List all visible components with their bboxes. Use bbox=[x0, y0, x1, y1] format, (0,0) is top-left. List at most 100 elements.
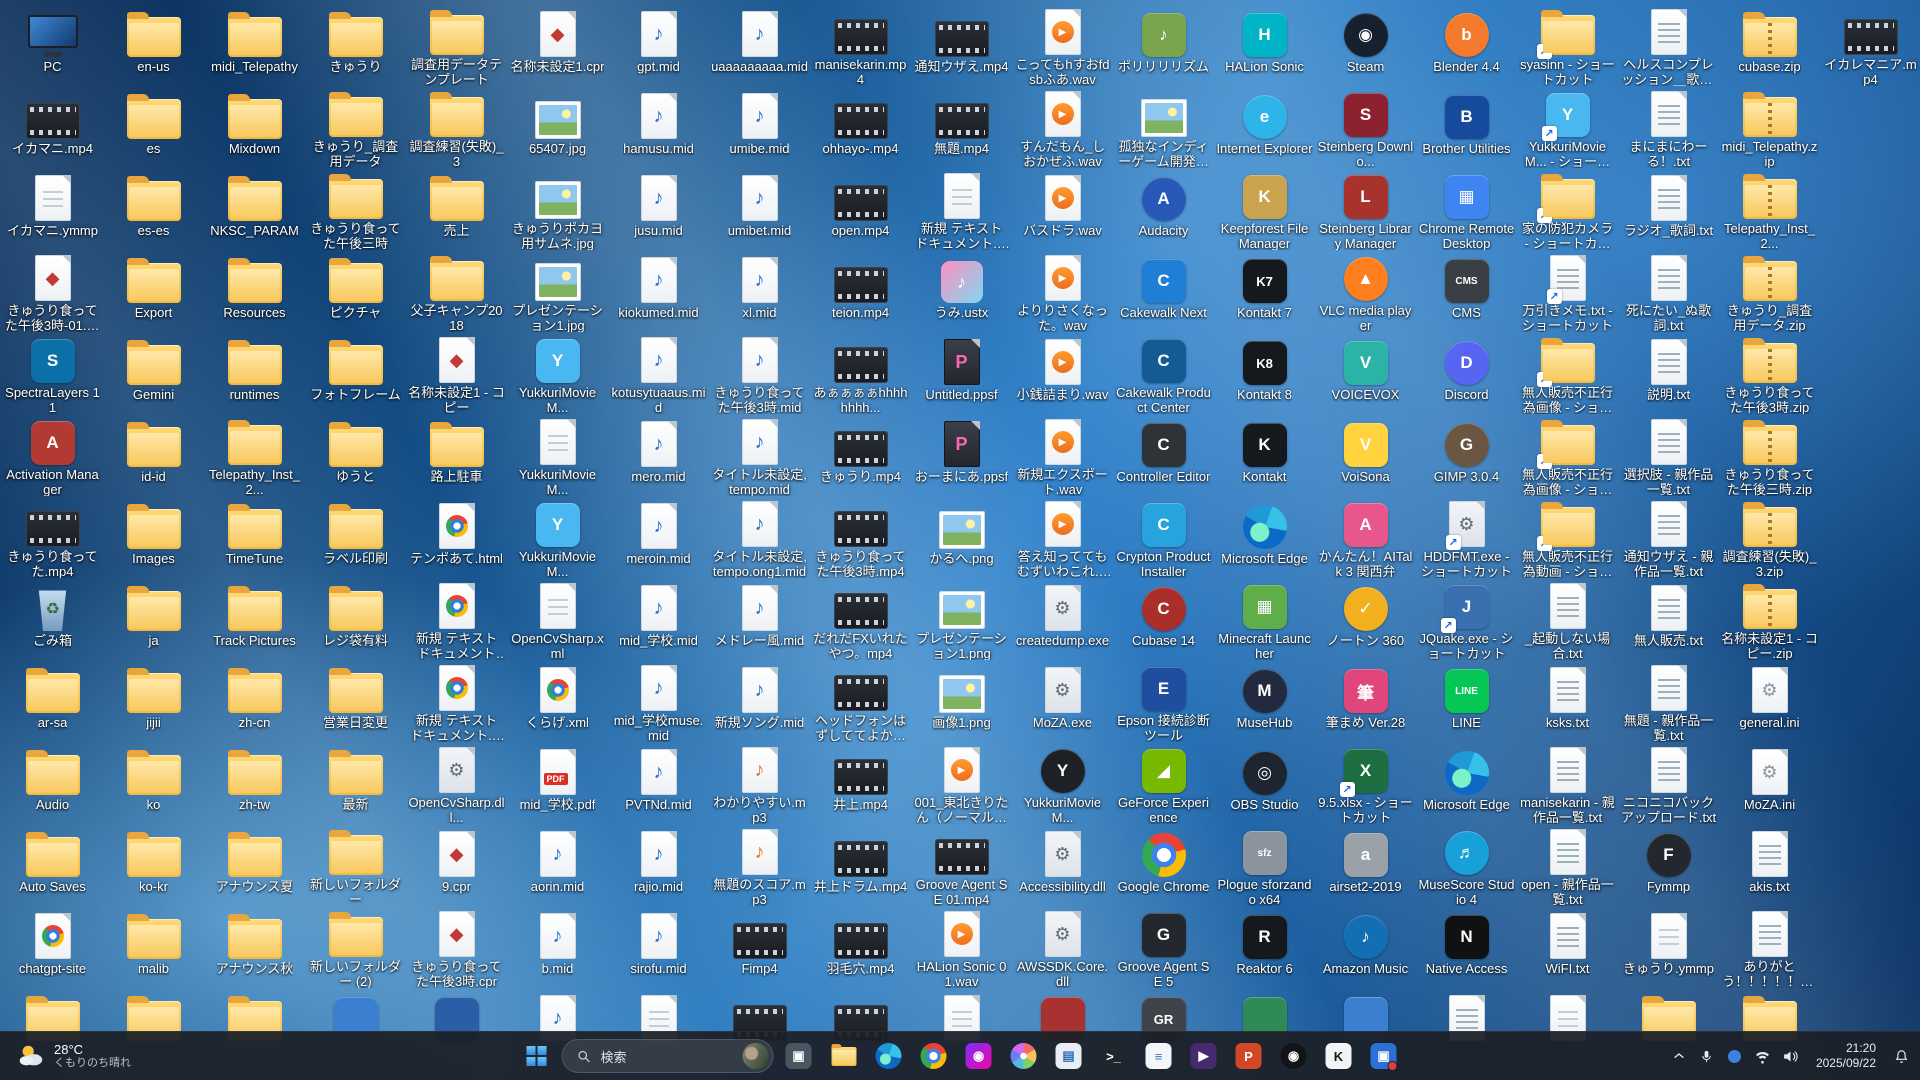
desktop-icon[interactable]: es-es bbox=[103, 168, 204, 250]
desktop-icon[interactable]: ko-kr bbox=[103, 824, 204, 906]
desktop-icon[interactable]: 001_東北きりたん（ノーマル）_今じゃ bbox=[911, 742, 1012, 824]
desktop-icon[interactable]: きゅうり.ymmp bbox=[1618, 906, 1719, 988]
desktop-icon[interactable]: umibe.mid bbox=[709, 86, 810, 168]
desktop-icon[interactable]: 答え知っててもむずいわこれ.wav bbox=[1012, 496, 1113, 578]
desktop-icon[interactable]: Microsoft Edge bbox=[1214, 496, 1315, 578]
desktop-icon[interactable]: 売上 bbox=[406, 168, 507, 250]
desktop-icon[interactable]: ▦ Chrome Remote Desktop bbox=[1416, 168, 1517, 250]
desktop-icon[interactable]: MoZA.exe bbox=[1012, 660, 1113, 742]
desktop-icon[interactable]: 選択肢 - 親作品一覧.txt bbox=[1618, 414, 1719, 496]
desktop-icon[interactable]: レジ袋有料 bbox=[305, 578, 406, 660]
desktop-icon[interactable]: ♬ MuseScore Studio 4 bbox=[1416, 824, 1517, 906]
desktop-icon[interactable]: アナウンス秋 bbox=[204, 906, 305, 988]
desktop-icon[interactable]: ↗無人販売不正行為動画 - ショートカット bbox=[1517, 496, 1618, 578]
desktop-icon[interactable]: ohhayo-.mp4 bbox=[810, 86, 911, 168]
desktop-icon[interactable]: ↗無人販売不正行為画像 - ショートカット bbox=[1517, 414, 1618, 496]
desktop-icon[interactable]: H HALion Sonic bbox=[1214, 4, 1315, 86]
taskbar-app-photos[interactable] bbox=[1004, 1036, 1044, 1076]
desktop-icon[interactable]: すんだもん_しおかぜふ.wav bbox=[1012, 86, 1113, 168]
desktop-icon[interactable]: 新規ソング.mid bbox=[709, 660, 810, 742]
desktop-icon[interactable]: ピクチャ bbox=[305, 250, 406, 332]
desktop-icon[interactable]: ヘルスコンプレッション＿歌詞.txt bbox=[1618, 4, 1719, 86]
desktop-icon[interactable]: e Internet Explorer bbox=[1214, 86, 1315, 168]
desktop-icon[interactable]: くらげ.xml bbox=[507, 660, 608, 742]
desktop-icon[interactable]: ラジオ_歌詞.txt bbox=[1618, 168, 1719, 250]
desktop-icon[interactable]: タイトル未設定, tempo.mid bbox=[709, 414, 810, 496]
desktop-icon[interactable]: J ↗ JQuake.exe - ショートカット bbox=[1416, 578, 1517, 660]
desktop-icon[interactable]: Microsoft Edge bbox=[1416, 742, 1517, 824]
desktop-icon[interactable]: xl.mid bbox=[709, 250, 810, 332]
desktop-icon[interactable]: mid_学校.mid bbox=[608, 578, 709, 660]
desktop-icon[interactable]: chatgpt-site bbox=[2, 906, 103, 988]
desktop-icon[interactable]: manisekarin - 親作品一覧.txt bbox=[1517, 742, 1618, 824]
desktop-icon[interactable]: zh-cn bbox=[204, 660, 305, 742]
taskbar-app-powerpoint[interactable]: P bbox=[1229, 1036, 1269, 1076]
desktop-icon[interactable]: C Cubase 14 bbox=[1113, 578, 1214, 660]
desktop-icon[interactable]: きゅうり食ってた午後3時.cpr bbox=[406, 906, 507, 988]
desktop-icon[interactable]: N Native Access bbox=[1416, 906, 1517, 988]
desktop-icon[interactable]: uaaaaaaaaa.mid bbox=[709, 4, 810, 86]
desktop-icon[interactable]: mid_学校.pdf bbox=[507, 742, 608, 824]
desktop-icon[interactable]: Untitled.ppsf bbox=[911, 332, 1012, 414]
desktop-icon[interactable]: きゅうり食ってた午後3時.zip bbox=[1719, 332, 1820, 414]
taskbar-app-file-explorer[interactable] bbox=[824, 1036, 864, 1076]
desktop-icon[interactable]: C Cakewalk Next bbox=[1113, 250, 1214, 332]
desktop-icon[interactable]: 無人販売.txt bbox=[1618, 578, 1719, 660]
desktop-icon[interactable]: K7 Kontakt 7 bbox=[1214, 250, 1315, 332]
desktop-icon[interactable]: C Crypton Product Installer bbox=[1113, 496, 1214, 578]
desktop-icon[interactable]: 筆筆まめ Ver.28 bbox=[1315, 660, 1416, 742]
desktop-icon[interactable]: kotusytuaaus.mid bbox=[608, 332, 709, 414]
desktop-icon[interactable]: 新規 テキスト ドキュメント.musicxml bbox=[911, 168, 1012, 250]
desktop-icon[interactable]: AWSSDK.Core.dll bbox=[1012, 906, 1113, 988]
desktop-icon[interactable]: 新規 テキスト ドキュメント (2).html bbox=[406, 578, 507, 660]
desktop-icon[interactable]: cubase.zip bbox=[1719, 4, 1820, 86]
desktop-icon[interactable]: きゅうり.mp4 bbox=[810, 414, 911, 496]
desktop-icon[interactable]: HALion Sonic 01.wav bbox=[911, 906, 1012, 988]
desktop-icon[interactable]: ごみ箱 bbox=[2, 578, 103, 660]
desktop-icon[interactable]: Groove Agent SE 01.mp4 bbox=[911, 824, 1012, 906]
desktop-icon[interactable]: midi_Telepathy.zip bbox=[1719, 86, 1820, 168]
desktop-icon[interactable]: 新しいフォルダー bbox=[305, 824, 406, 906]
desktop-icon[interactable]: TimeTune bbox=[204, 496, 305, 578]
desktop-icon[interactable]: midi_Telepathy bbox=[204, 4, 305, 86]
desktop-icon[interactable]: mero.mid bbox=[608, 414, 709, 496]
desktop-icon[interactable]: mid_学校muse.mid bbox=[608, 660, 709, 742]
desktop-icon[interactable]: 新しいフォルダー (2) bbox=[305, 906, 406, 988]
desktop-icon[interactable]: ありがとう！！！！！！.txt bbox=[1719, 906, 1820, 988]
desktop-icon[interactable]: Track Pictures bbox=[204, 578, 305, 660]
desktop-icon[interactable]: ✓ ノートン 360 bbox=[1315, 578, 1416, 660]
desktop-icon[interactable]: イカマニ.mp4 bbox=[2, 86, 103, 168]
desktop-icon[interactable]: 説明.txt bbox=[1618, 332, 1719, 414]
desktop-icon[interactable]: V VoiSona bbox=[1315, 414, 1416, 496]
desktop-icon[interactable]: L Steinberg Library Manager bbox=[1315, 168, 1416, 250]
desktop-icon[interactable]: かるへ.png bbox=[911, 496, 1012, 578]
taskbar-app-black-audio-app[interactable]: ◉ bbox=[1274, 1036, 1314, 1076]
desktop-icon[interactable]: manisekarin.mp4 bbox=[810, 4, 911, 86]
start-button[interactable] bbox=[517, 1036, 557, 1076]
desktop-icon[interactable]: ↗無人販売不正行為画像 - ショートカット bbox=[1517, 332, 1618, 414]
desktop-icon[interactable]: Export bbox=[103, 250, 204, 332]
desktop-icon[interactable]: A Activation Manager bbox=[2, 414, 103, 496]
desktop-icon[interactable]: open - 親作品一覧.txt bbox=[1517, 824, 1618, 906]
desktop-icon[interactable]: S SpectraLayers 11 bbox=[2, 332, 103, 414]
desktop-icon[interactable]: 井上ドラム.mp4 bbox=[810, 824, 911, 906]
desktop-icon[interactable]: K8 Kontakt 8 bbox=[1214, 332, 1315, 414]
desktop-icon[interactable]: Mixdown bbox=[204, 86, 305, 168]
desktop-icon[interactable]: 名称未設定1.cpr bbox=[507, 4, 608, 86]
search-highlight-image[interactable] bbox=[742, 1043, 769, 1069]
desktop-icon[interactable]: a airset2-2019 bbox=[1315, 824, 1416, 906]
desktop-icon[interactable]: PC bbox=[2, 4, 103, 86]
desktop-icon[interactable]: 最新 bbox=[305, 742, 406, 824]
desktop-icon[interactable]: kiokumed.mid bbox=[608, 250, 709, 332]
desktop-icon[interactable]: イカレマニア.mp4 bbox=[1820, 4, 1920, 86]
desktop-icon[interactable]: V VOICEVOX bbox=[1315, 332, 1416, 414]
desktop-icon[interactable]: プレゼンテーション1.png bbox=[911, 578, 1012, 660]
desktop-icon[interactable]: プレゼンテーション1.jpg bbox=[507, 250, 608, 332]
desktop-icon[interactable]: ar-sa bbox=[2, 660, 103, 742]
desktop-icon[interactable]: 名称未設定1 - コピー.zip bbox=[1719, 578, 1820, 660]
desktop-icon[interactable]: C Cakewalk Product Center bbox=[1113, 332, 1214, 414]
desktop-icon[interactable]: meroin.mid bbox=[608, 496, 709, 578]
desktop-icon[interactable]: わかりやすい.mp3 bbox=[709, 742, 810, 824]
desktop-icon[interactable]: sfz Plogue sforzando x64 bbox=[1214, 824, 1315, 906]
desktop-icon[interactable]: うみ.ustx bbox=[911, 250, 1012, 332]
